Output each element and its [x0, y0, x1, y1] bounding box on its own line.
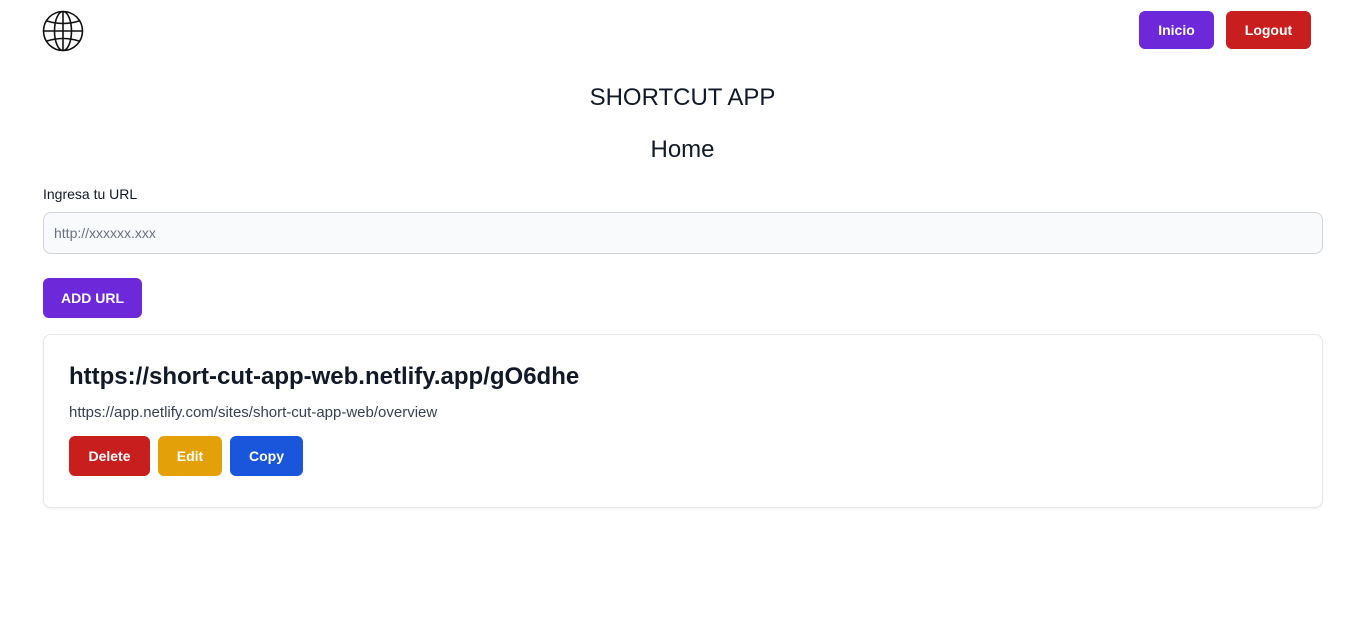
edit-button[interactable]: Edit: [158, 436, 222, 476]
logout-button-label: Logout: [1244, 22, 1293, 38]
page: Inicio Logout SHORTCUT APP Home Ingresa …: [0, 0, 1365, 632]
original-url: https://app.netlify.com/sites/short-cut-…: [69, 404, 438, 421]
copy-button[interactable]: Copy: [230, 436, 303, 476]
edit-button-label: Edit: [176, 448, 204, 464]
inicio-button[interactable]: Inicio: [1139, 11, 1214, 49]
top-navbar: Inicio Logout: [0, 0, 1365, 60]
app-title: SHORTCUT APP: [589, 84, 776, 111]
copy-button-label: Copy: [249, 448, 284, 464]
add-url-button-label: ADD URL: [61, 290, 124, 306]
logout-button[interactable]: Logout: [1226, 11, 1311, 49]
inicio-button-label: Inicio: [1158, 22, 1195, 38]
url-field-label: Ingresa tu URL: [43, 186, 138, 202]
url-input[interactable]: [43, 212, 1323, 254]
delete-button[interactable]: Delete: [69, 436, 150, 476]
link-card: https://short-cut-app-web.netlify.app/gO…: [43, 334, 1323, 508]
delete-button-label: Delete: [88, 448, 131, 464]
page-heading: Home: [650, 136, 715, 163]
short-url: https://short-cut-app-web.netlify.app/gO…: [69, 363, 580, 390]
globe-icon[interactable]: [42, 10, 84, 52]
add-url-button[interactable]: ADD URL: [43, 278, 142, 318]
